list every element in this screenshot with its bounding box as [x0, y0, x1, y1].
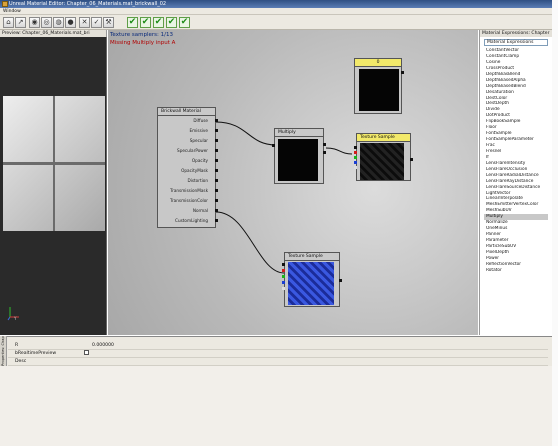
pin-diffuse[interactable]	[215, 119, 218, 122]
input-specular: Specular	[189, 138, 208, 143]
multiply-node[interactable]: Multiply	[272, 128, 326, 184]
input-distortion: Distortion	[187, 178, 208, 183]
texture1-g-pin[interactable]	[354, 156, 357, 159]
property-key: R	[15, 343, 19, 348]
properties-side-label: Properties: Chapter_06_Materials.m	[0, 336, 7, 366]
clean-icon[interactable]: ✕	[79, 17, 90, 28]
input-transmission-mask: TransmissionMask	[170, 188, 208, 193]
property-row[interactable]: bRealtimePreview	[8, 350, 548, 358]
texture-sample-1-title: Texture Sample	[357, 134, 410, 142]
multiply-node-title: Multiply	[275, 129, 323, 137]
properties-panel: R 0.000000 bRealtimePreview Desc	[0, 336, 552, 366]
window-edge	[552, 0, 558, 446]
material-node-title: Brickwall Material	[158, 108, 215, 116]
expression-list-item[interactable]: LensFlareRadialDistance	[484, 173, 548, 179]
check-icon-5[interactable]: ✔	[179, 17, 190, 28]
texture-sample-2-preview	[288, 262, 334, 305]
pin-specular-power[interactable]	[215, 149, 218, 152]
toolbar: ⌂ ↗ ◉ ◎ ◍ ● ✕ ✓ ⚒ ✔ ✔ ✔ ✔ ✔	[0, 15, 552, 30]
texture1-a-pin[interactable]	[354, 166, 357, 169]
axis-y-label: Y	[13, 316, 17, 321]
constant-node-title: 0	[355, 59, 401, 67]
home-icon[interactable]: ⌂	[3, 17, 14, 28]
texture2-b-pin[interactable]	[282, 281, 285, 284]
expressions-panel-header: Material Expressions: Chapter	[479, 30, 552, 37]
pin-transmission-color[interactable]	[215, 199, 218, 202]
texture-sample-1-preview	[360, 143, 404, 180]
cylinder-preview-icon[interactable]: ◍	[53, 17, 64, 28]
pin-custom-lighting[interactable]	[215, 219, 218, 222]
texture2-g-pin[interactable]	[282, 275, 285, 278]
texture-sample-node-2[interactable]: Texture Sample	[282, 252, 342, 307]
check-icon-3[interactable]: ✔	[153, 17, 164, 28]
plane-preview-icon[interactable]: ◎	[41, 17, 52, 28]
empty-workspace	[0, 366, 552, 446]
menu-window[interactable]: Window	[3, 9, 21, 14]
property-value[interactable]: 0.000000	[92, 342, 114, 349]
material-root-node[interactable]: Brickwall Material Diffuse Emissive Spec…	[157, 107, 218, 228]
expression-list-item[interactable]: Rotator	[484, 268, 548, 274]
property-key: bRealtimePreview	[15, 351, 57, 356]
pin-opacity-mask[interactable]	[215, 169, 218, 172]
texture-sample-node-1[interactable]: Texture Sample	[354, 133, 413, 181]
realtime-preview-icon[interactable]: ●	[65, 17, 76, 28]
multiply-input-b-pin[interactable]	[323, 151, 326, 154]
multiply-input-a-pin[interactable]	[323, 143, 326, 146]
preview-mesh-plane	[3, 96, 105, 231]
texture2-rgb-pin[interactable]	[282, 263, 285, 266]
pin-distortion[interactable]	[215, 179, 218, 182]
axis-gizmo: Y	[7, 307, 19, 321]
multiply-output-pin[interactable]	[272, 144, 275, 147]
texture1-b-pin[interactable]	[354, 161, 357, 164]
expand-icon[interactable]: ↗	[15, 17, 26, 28]
expressions-list[interactable]: ConstantVector ConstantClamp Cosine CrossPr…	[484, 48, 548, 331]
property-row[interactable]: R 0.000000	[8, 342, 548, 350]
multiply-node-preview	[278, 139, 318, 181]
pin-emissive[interactable]	[215, 129, 218, 132]
expression-list-item[interactable]: LensFlareSourceDistance	[484, 185, 548, 191]
app-icon	[2, 1, 8, 7]
tools-icon[interactable]: ⚒	[103, 17, 114, 28]
input-opacity: Opacity	[191, 158, 208, 163]
texture1-rgb-pin[interactable]	[354, 146, 357, 149]
texture2-r-pin[interactable]	[282, 269, 285, 272]
input-opacity-mask: OpacityMask	[181, 168, 208, 173]
pin-normal[interactable]	[215, 209, 218, 212]
menu-bar: Window	[0, 8, 552, 15]
sphere-preview-icon[interactable]: ◉	[29, 17, 40, 28]
expressions-category-select[interactable]: Material Expressions	[484, 39, 548, 46]
apply-icon[interactable]: ✓	[91, 17, 102, 28]
input-transmission-color: TransmissionColor	[170, 198, 208, 203]
pin-transmission-mask[interactable]	[215, 189, 218, 192]
pin-opacity[interactable]	[215, 159, 218, 162]
realtime-preview-checkbox[interactable]	[84, 350, 89, 355]
pin-specular[interactable]	[215, 139, 218, 142]
window-title-bar: Unreal Material Editor: Chapter_06_Mater…	[0, 0, 552, 8]
property-row[interactable]: Desc	[8, 358, 548, 366]
texture2-uv-pin[interactable]	[339, 279, 342, 282]
constant-output-pin[interactable]	[401, 71, 404, 74]
input-specular-power: SpecularPower	[177, 148, 208, 153]
texture-sample-2-title: Texture Sample	[285, 253, 339, 261]
texture1-r-pin[interactable]	[354, 151, 357, 154]
check-icon-4[interactable]: ✔	[166, 17, 177, 28]
texture2-a-pin[interactable]	[282, 287, 285, 290]
input-emissive: Emissive	[189, 128, 208, 133]
texture1-uv-pin[interactable]	[410, 158, 413, 161]
constant-node-preview	[359, 69, 399, 111]
constant-node[interactable]: 0	[354, 58, 404, 114]
input-normal: Normal	[192, 208, 208, 213]
input-custom-lighting: CustomLighting	[175, 218, 208, 223]
check-icon-2[interactable]: ✔	[140, 17, 151, 28]
check-icon-1[interactable]: ✔	[127, 17, 138, 28]
preview-header: Preview: Chapter_06_Materials.mat_bri	[0, 30, 107, 37]
properties-side-tab[interactable]: Properties: Chapter_06_Materials.m	[0, 336, 7, 366]
input-diffuse: Diffuse	[193, 118, 208, 123]
property-key: Desc	[15, 359, 27, 364]
